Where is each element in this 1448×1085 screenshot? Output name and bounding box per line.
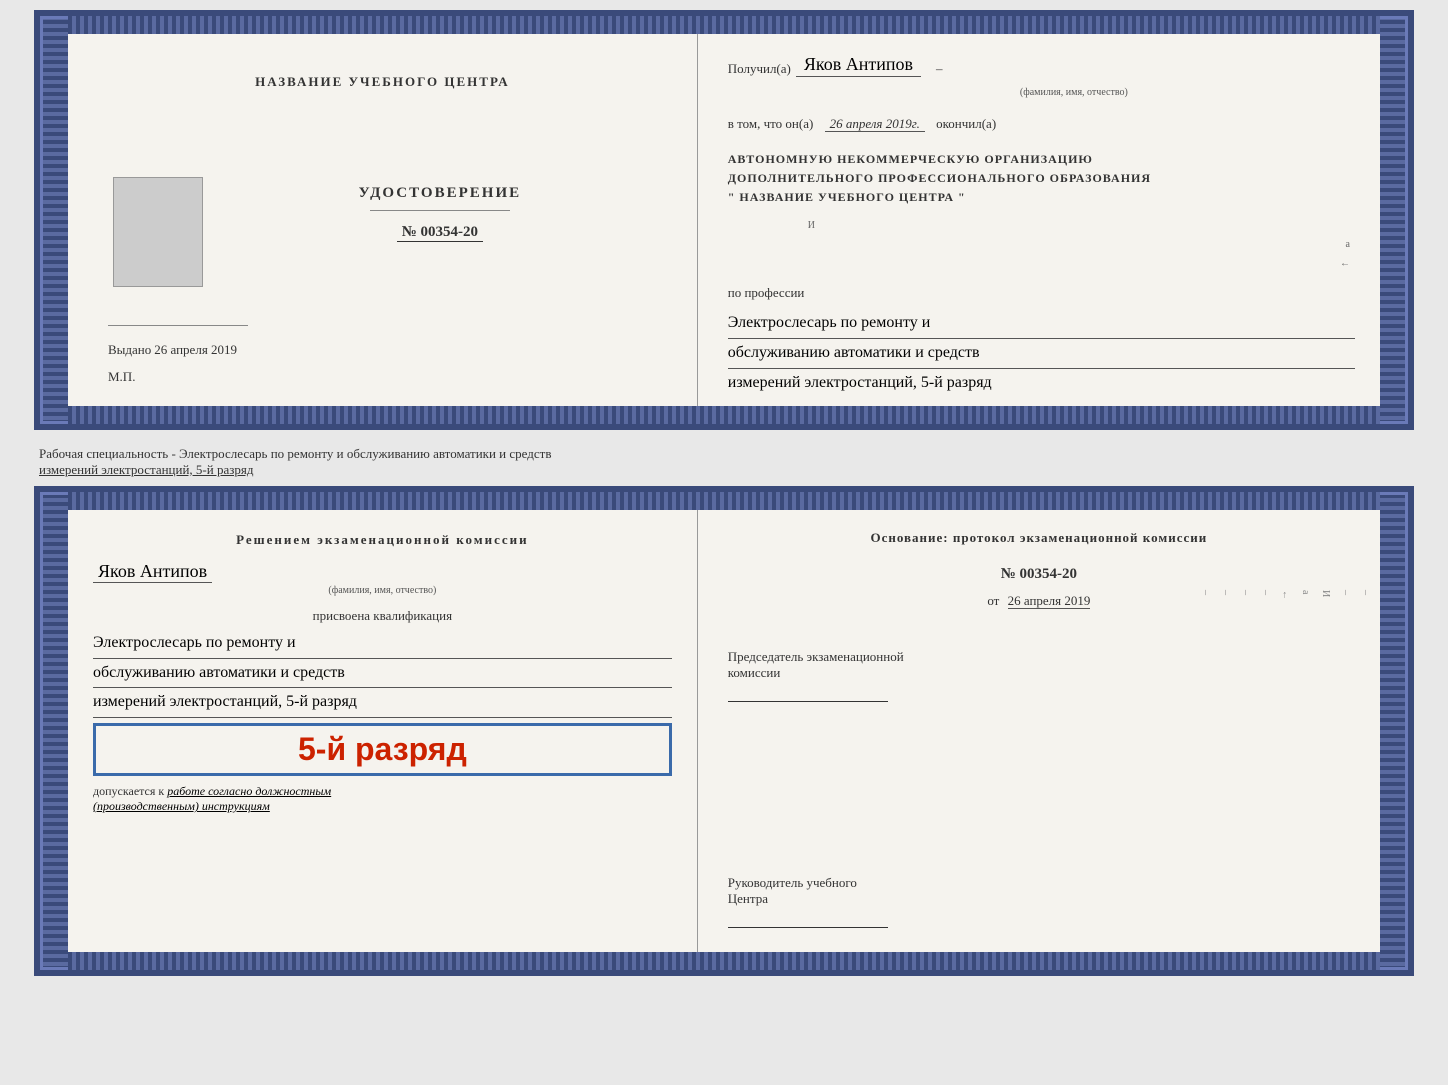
profession-block: Электрослесарь по ремонту и обслуживанию…	[728, 309, 1355, 397]
prisvoena-label: присвоена квалификация	[93, 608, 672, 624]
bottom-certificate: Решением экзаменационной комиссии Яков А…	[34, 486, 1414, 976]
instrukcii-text: (производственным) инструкциям	[93, 799, 270, 813]
rukovoditel-line1: Руководитель учебного	[728, 875, 1350, 891]
bottom-cert-left-panel: Решением экзаменационной комиссии Яков А…	[68, 510, 698, 952]
po-professii: по профессии	[728, 285, 1355, 301]
org-block-top: АВТОНОМНУЮ НЕКОММЕРЧЕСКУЮ ОРГАНИЗАЦИЮ ДО…	[728, 150, 1355, 208]
bottom-cert-right-strip	[1380, 492, 1408, 970]
middle-text-line2: измерений электростанций, 5-й разряд	[39, 462, 253, 477]
rukovoditel-section: Руководитель учебного Центра	[728, 875, 1350, 932]
udostoverenie-label: УДОСТОВЕРЕНИЕ	[359, 185, 522, 202]
protocol-number: № 00354-20	[728, 566, 1350, 583]
bottom-cert-top-strip	[68, 492, 1380, 510]
org-line1: АВТОНОМНУЮ НЕКОММЕРЧЕСКУЮ ОРГАНИЗАЦИЮ	[728, 150, 1355, 169]
ot-label: от	[987, 593, 999, 608]
rukovoditel-line2: Центра	[728, 891, 1350, 907]
cert-number-top: № 00354-20	[397, 224, 483, 242]
right-decorative-strip	[1380, 16, 1408, 424]
razryad-badge-text: 5-й разряд	[298, 731, 467, 767]
completion-date: 26 апреля 2019г.	[825, 116, 925, 132]
recipient-name-bottom: Яков Антипов	[93, 561, 212, 583]
middle-text-line1: Рабочая специальность - Электрослесарь п…	[39, 446, 551, 461]
middle-text-area: Рабочая специальность - Электрослесарь п…	[34, 438, 1414, 486]
profession-line2: обслуживанию автоматики и средств	[728, 339, 1355, 369]
bottom-cert-left-strip	[40, 492, 68, 970]
predsedatel-signature-line	[728, 701, 888, 702]
org-line3: " НАЗВАНИЕ УЧЕБНОГО ЦЕНТРА "	[728, 188, 1355, 207]
dopuskaetsya-label: допускается к	[93, 784, 164, 798]
top-certificate: НАЗВАНИЕ УЧЕБНОГО ЦЕНТРА УДОСТОВЕРЕНИЕ №…	[34, 10, 1414, 430]
resheniem-title: Решением экзаменационной комиссии	[93, 530, 672, 551]
bottom-cert-bottom-strip	[68, 952, 1380, 970]
mp-label: М.П.	[108, 369, 135, 384]
osnovanie-title: Основание: протокол экзаменационной коми…	[728, 530, 1350, 546]
udostoverenie-section: УДОСТОВЕРЕНИЕ № 00354-20	[359, 185, 522, 242]
fio-label-top: (фамилия, имя, отчество)	[793, 87, 1355, 98]
qual-line3: измерений электростанций, 5-й разряд	[93, 688, 672, 718]
top-cert-right-panel: Получил(а) Яков Антипов – (фамилия, имя,…	[698, 34, 1380, 406]
bottom-decorative-strip	[68, 406, 1380, 424]
fio-label-bottom: (фамилия, имя, отчество)	[93, 585, 672, 596]
vydano-label: Выдано	[108, 342, 151, 358]
rukovoditel-signature-line	[728, 927, 888, 928]
profession-line3: измерений электростанций, 5-й разряд	[728, 369, 1355, 398]
dopuskaetsya-section: допускается к работе согласно должностны…	[93, 784, 672, 814]
poluchil-line: Получил(а) Яков Антипов –	[728, 54, 1355, 77]
qual-line1: Электрослесарь по ремонту и	[93, 629, 672, 659]
poluchil-label: Получил(а)	[728, 61, 791, 77]
razryad-badge: 5-й разряд	[93, 723, 672, 776]
top-decorative-strip	[68, 16, 1380, 34]
bottom-cert-right-panel: Основание: протокол экзаменационной коми…	[698, 510, 1380, 952]
predsedatel-line2: комиссии	[728, 665, 1350, 681]
org-title-top: НАЗВАНИЕ УЧЕБНОГО ЦЕНТРА	[255, 74, 510, 90]
okoncil-label: окончил(а)	[936, 116, 996, 131]
left-decorative-strip	[40, 16, 68, 424]
predsedatel-section: Председатель экзаменационной комиссии	[728, 649, 1350, 706]
vtom-label: в том, что он(а)	[728, 116, 814, 131]
dopuskaetsya-text: работе согласно должностным	[167, 784, 331, 798]
qual-block: Электрослесарь по ремонту и обслуживанию…	[93, 629, 672, 718]
vydano-date: 26 апреля 2019	[154, 342, 237, 358]
recipient-name-top: Яков Антипов	[796, 54, 921, 77]
profession-line1: Электрослесарь по ремонту и	[728, 309, 1355, 339]
org-line2: ДОПОЛНИТЕЛЬНОГО ПРОФЕССИОНАЛЬНОГО ОБРАЗО…	[728, 169, 1355, 188]
ot-date: 26 апреля 2019	[1008, 593, 1091, 609]
predsedatel-line1: Председатель экзаменационной	[728, 649, 1350, 665]
photo-placeholder	[113, 177, 203, 287]
vtom-line: в том, что он(а) 26 апреля 2019г. окончи…	[728, 116, 1355, 132]
top-cert-left-panel: НАЗВАНИЕ УЧЕБНОГО ЦЕНТРА УДОСТОВЕРЕНИЕ №…	[68, 34, 698, 406]
qual-line2: обслуживанию автоматики и средств	[93, 659, 672, 689]
